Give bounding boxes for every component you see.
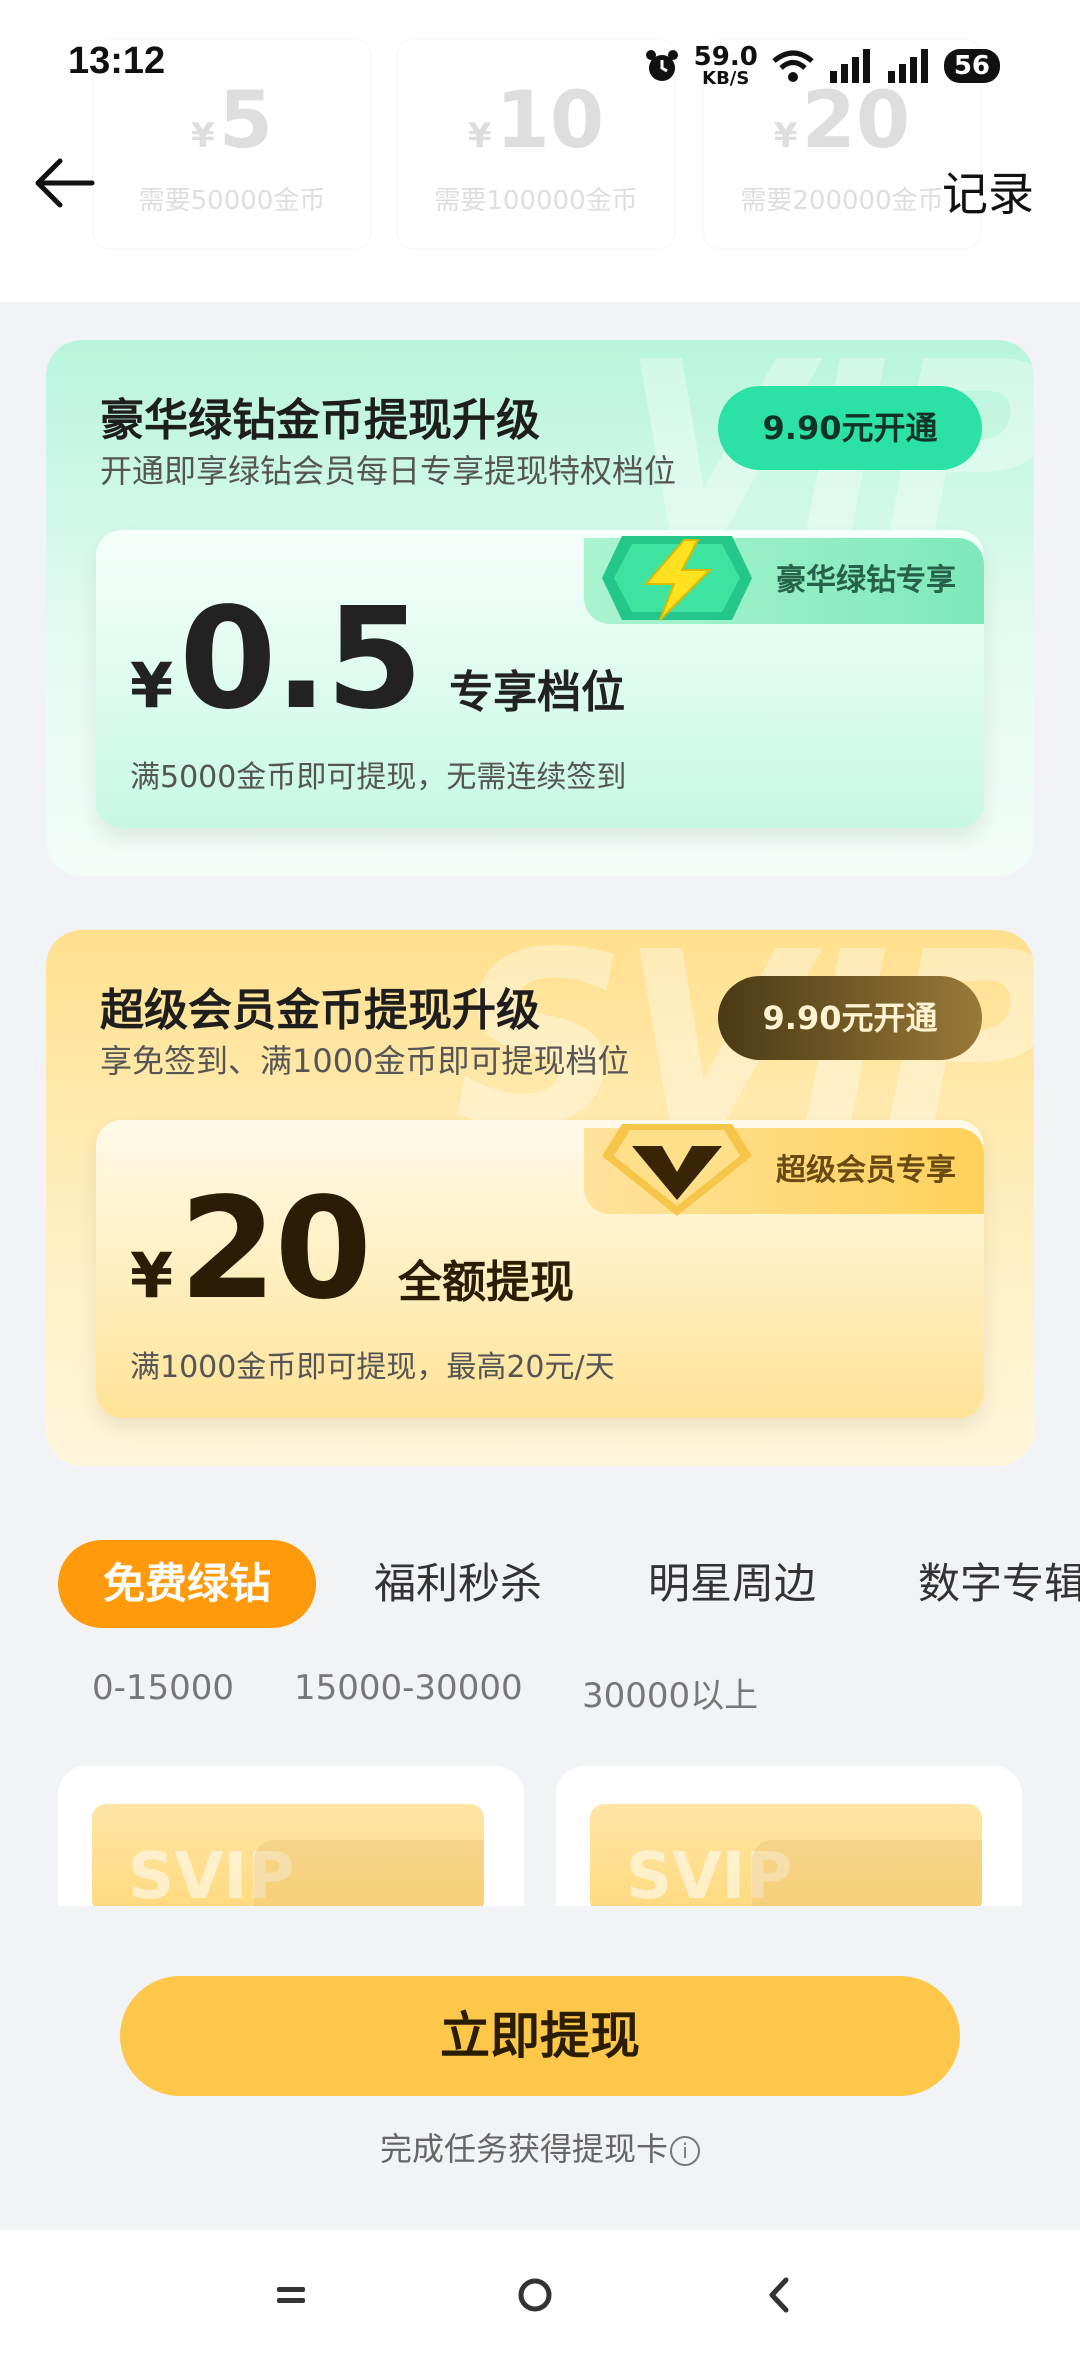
menu-icon[interactable]	[256, 2260, 326, 2330]
currency-symbol: ¥	[130, 1239, 174, 1312]
status-bar: 13:12 59.0 KB/S 56	[0, 0, 1080, 120]
range-filter[interactable]: 15000-30000	[294, 1668, 523, 1708]
green-diamond-card: VIP 豪华绿钻金币提现升级 开通即享绿钻会员每日专享提现特权档位 9.90元开…	[46, 340, 1034, 876]
tab-flash-sale[interactable]: 福利秒杀	[374, 1540, 542, 1628]
gold-open-button[interactable]: 9.90元开通	[718, 976, 982, 1060]
price-tag: 全额提现	[397, 1257, 574, 1308]
wifi-icon	[772, 50, 814, 82]
info-icon[interactable]: i	[670, 2136, 700, 2166]
price-amount: 0.5	[179, 578, 423, 741]
card-title: 超级会员金币提现升级	[100, 985, 540, 1036]
back-arrow-icon[interactable]	[30, 148, 100, 218]
green-open-button[interactable]: 9.90元开通	[718, 386, 982, 470]
top-area: ¥5 需要50000金币 ¥10 需要100000金币 ¥20 需要200000…	[0, 0, 1080, 302]
status-icons: 59.0 KB/S 56	[644, 44, 1000, 88]
status-clock: 13:12	[68, 40, 166, 82]
record-link[interactable]: 记录	[942, 158, 1034, 224]
tab-digital-album[interactable]: 数字专辑	[918, 1540, 1080, 1628]
tier-requirement: 需要100000金币	[434, 186, 638, 216]
tab-celebrity-merch[interactable]: 明星周边	[648, 1540, 816, 1628]
thumbnail-shape	[752, 1840, 982, 1906]
thumbnail-shape	[254, 1840, 484, 1906]
super-member-card: SVIP 超级会员金币提现升级 享免签到、满1000金币即可提现档位 9.90元…	[46, 930, 1034, 1466]
tier-note: 满5000金币即可提现，无需连续签到	[130, 760, 627, 795]
range-filter[interactable]: 30000以上	[582, 1668, 758, 1717]
price-amount: 20	[179, 1168, 372, 1331]
currency-symbol: ¥	[191, 116, 215, 156]
price-tag: 专享档位	[449, 667, 626, 718]
product-card[interactable]: SVIP	[58, 1766, 524, 1906]
tab-free-green-diamond[interactable]: 免费绿钻	[58, 1540, 316, 1628]
coin-range-filters: 0-15000 15000-30000 30000以上	[0, 1668, 1080, 1718]
signal-icon	[829, 49, 870, 83]
hint-text: 完成任务获得提现卡	[379, 2130, 668, 2168]
card-title: 豪华绿钻金币提现升级	[100, 395, 540, 446]
back-icon[interactable]	[744, 2260, 814, 2330]
tier-note: 满1000金币即可提现，最高20元/天	[130, 1350, 615, 1385]
product-thumbnail: SVIP	[92, 1804, 484, 1906]
range-filter[interactable]: 0-15000	[92, 1668, 234, 1708]
bottom-action-area: 立即提现 完成任务获得提现卡 i	[0, 1906, 1080, 2230]
tier-requirement: 需要200000金币	[740, 186, 944, 216]
home-icon[interactable]	[500, 2260, 570, 2330]
signal-icon	[887, 49, 928, 83]
tier-requirement: 需要50000金币	[138, 186, 326, 216]
currency-symbol: ¥	[467, 116, 492, 156]
category-tabs: 免费绿钻 福利秒杀 明星周边 数字专辑	[0, 1540, 1080, 1630]
battery-icon: 56	[943, 49, 1000, 83]
system-nav-bar	[0, 2230, 1080, 2362]
net-speed: 59.0 KB/S	[694, 44, 758, 88]
price: ¥ 0.5 专享档位	[130, 590, 625, 730]
withdraw-hint[interactable]: 完成任务获得提现卡 i	[0, 2124, 1080, 2170]
product-card[interactable]: SVIP	[556, 1766, 1022, 1906]
price: ¥ 20 全额提现	[130, 1180, 574, 1320]
svip-v-badge-icon	[602, 1124, 752, 1216]
product-thumbnail: SVIP	[590, 1804, 982, 1906]
net-speed-value: 59.0	[693, 42, 758, 72]
gold-tier-card[interactable]: 超级会员专享 ¥ 20 全额提现 满1000金币即可提现，最高20元/天	[96, 1120, 984, 1418]
currency-symbol: ¥	[130, 649, 174, 722]
card-subtitle: 开通即享绿钻会员每日专享提现特权档位	[100, 452, 677, 490]
alarm-icon	[645, 50, 678, 81]
withdraw-now-button[interactable]: 立即提现	[120, 1976, 960, 2096]
card-subtitle: 享免签到、满1000金币即可提现档位	[100, 1042, 630, 1080]
currency-symbol: ¥	[773, 116, 798, 156]
green-tier-card[interactable]: 豪华绿钻专享 ¥ 0.5 专享档位 满5000金币即可提现，无需连续签到	[96, 530, 984, 828]
net-speed-unit: KB/S	[702, 68, 750, 89]
